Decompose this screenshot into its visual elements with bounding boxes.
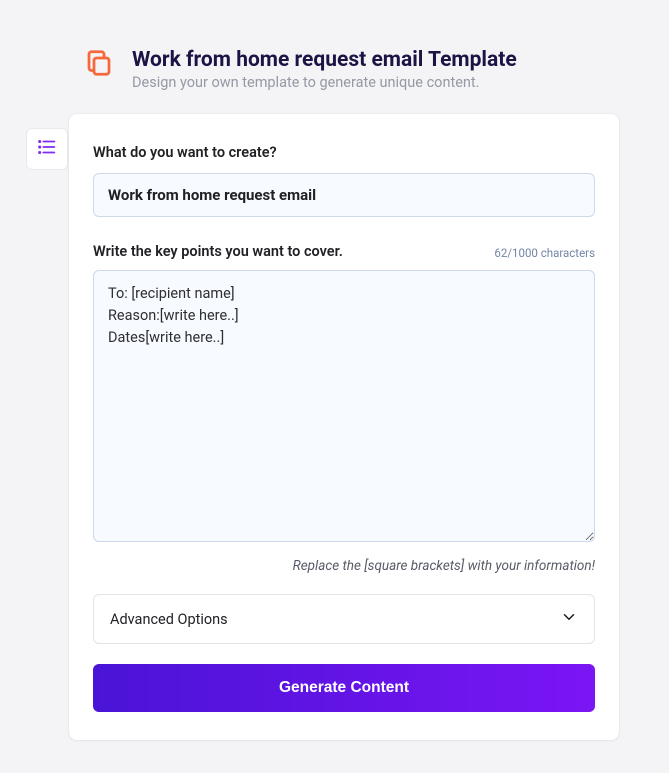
advanced-options-label: Advanced Options (110, 611, 228, 628)
list-toggle-button[interactable] (26, 128, 68, 170)
form-card: What do you want to create? Write the ke… (69, 114, 619, 740)
page-title: Work from home request email Template (132, 48, 517, 72)
keypoints-label: Write the key points you want to cover. (93, 243, 343, 260)
char-counter: 62/1000 characters (494, 246, 595, 260)
page-subtitle: Design your own template to generate uni… (132, 74, 517, 91)
generate-content-button[interactable]: Generate Content (93, 664, 595, 712)
create-label: What do you want to create? (93, 144, 595, 161)
create-input[interactable] (93, 173, 595, 217)
hint-text: Replace the [square brackets] with your … (93, 558, 595, 574)
advanced-options-toggle[interactable]: Advanced Options (93, 594, 595, 644)
keypoints-textarea[interactable] (93, 270, 595, 542)
copy-icon (84, 48, 114, 78)
list-icon (36, 136, 58, 162)
chevron-down-icon (560, 608, 578, 630)
